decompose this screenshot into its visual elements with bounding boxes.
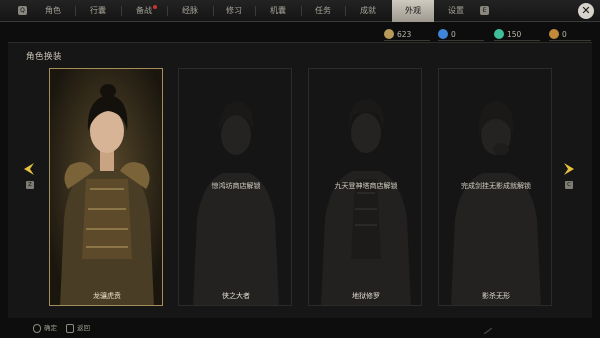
resize-grip-icon xyxy=(484,328,492,334)
outfit-card[interactable]: 九天登神塔商店解锁 地狱修罗 xyxy=(308,68,422,306)
tab-mechanisms[interactable]: 机囊 xyxy=(256,0,300,22)
outfit-name: 龙骧虎贲 xyxy=(93,292,121,300)
confirm-hint[interactable]: 确定 xyxy=(44,324,57,333)
arrow-left-icon[interactable] xyxy=(22,161,36,177)
unlock-hint: 完成剑挂无影成就解锁 xyxy=(461,182,531,190)
tab-character[interactable]: 角色 xyxy=(32,0,74,22)
currency-jade-value: 150 xyxy=(507,30,522,39)
outfit-name: 影杀无形 xyxy=(482,292,510,300)
currency-divider xyxy=(494,40,540,41)
tab-appearance[interactable]: 外观 xyxy=(392,0,434,22)
armored-warrior-portrait xyxy=(50,69,162,305)
notification-dot xyxy=(153,5,157,9)
currency-divider xyxy=(384,40,430,41)
tab-preparation[interactable]: 备战 xyxy=(122,0,166,22)
tab-meridians[interactable]: 经脉 xyxy=(168,0,212,22)
currency-divider xyxy=(438,40,484,41)
tab-quests[interactable]: 任务 xyxy=(302,0,344,22)
right-key-icon: C xyxy=(565,181,573,189)
outfit-name: 地狱修罗 xyxy=(352,292,380,300)
outfit-card[interactable]: 惊鸿坊商店解锁 侠之大者 xyxy=(178,68,292,306)
arrow-right-icon[interactable] xyxy=(562,161,576,177)
escape-key-icon xyxy=(66,324,74,333)
left-key-icon: Z xyxy=(26,181,34,189)
outfit-card[interactable]: 完成剑挂无影成就解锁 影杀无形 xyxy=(438,68,552,306)
currency-coin-value: 623 xyxy=(397,30,412,39)
back-hint[interactable]: 返回 xyxy=(77,324,90,333)
coin-icon xyxy=(384,29,394,39)
currency-divider xyxy=(549,40,591,41)
currency-token-value: 0 xyxy=(562,30,567,39)
outfit-card[interactable]: 龙骧虎贲 xyxy=(49,68,163,306)
currency-flame-value: 0 xyxy=(451,30,456,39)
mouse-icon xyxy=(33,324,41,333)
jade-icon xyxy=(494,29,504,39)
tab-training[interactable]: 修习 xyxy=(214,0,254,22)
token-icon xyxy=(549,29,559,39)
unlock-hint: 惊鸿坊商店解锁 xyxy=(211,182,261,190)
prev-tab-key-icon[interactable]: Q xyxy=(18,6,27,15)
close-x-icon[interactable]: ✕ xyxy=(578,3,594,19)
tab-bag[interactable]: 行囊 xyxy=(76,0,120,22)
top-nav: Q 角色 行囊 备战 经脉 修习 机囊 任务 成就 外观 设置 E ✕ xyxy=(0,0,600,22)
outfit-name: 侠之大者 xyxy=(222,292,250,300)
next-tab-key-icon[interactable]: E xyxy=(480,6,489,15)
tab-settings[interactable]: 设置 xyxy=(436,0,476,22)
tab-achievements[interactable]: 成就 xyxy=(346,0,390,22)
flame-icon xyxy=(438,29,448,39)
panel-title: 角色换装 xyxy=(26,52,63,62)
unlock-hint: 九天登神塔商店解锁 xyxy=(334,182,398,190)
